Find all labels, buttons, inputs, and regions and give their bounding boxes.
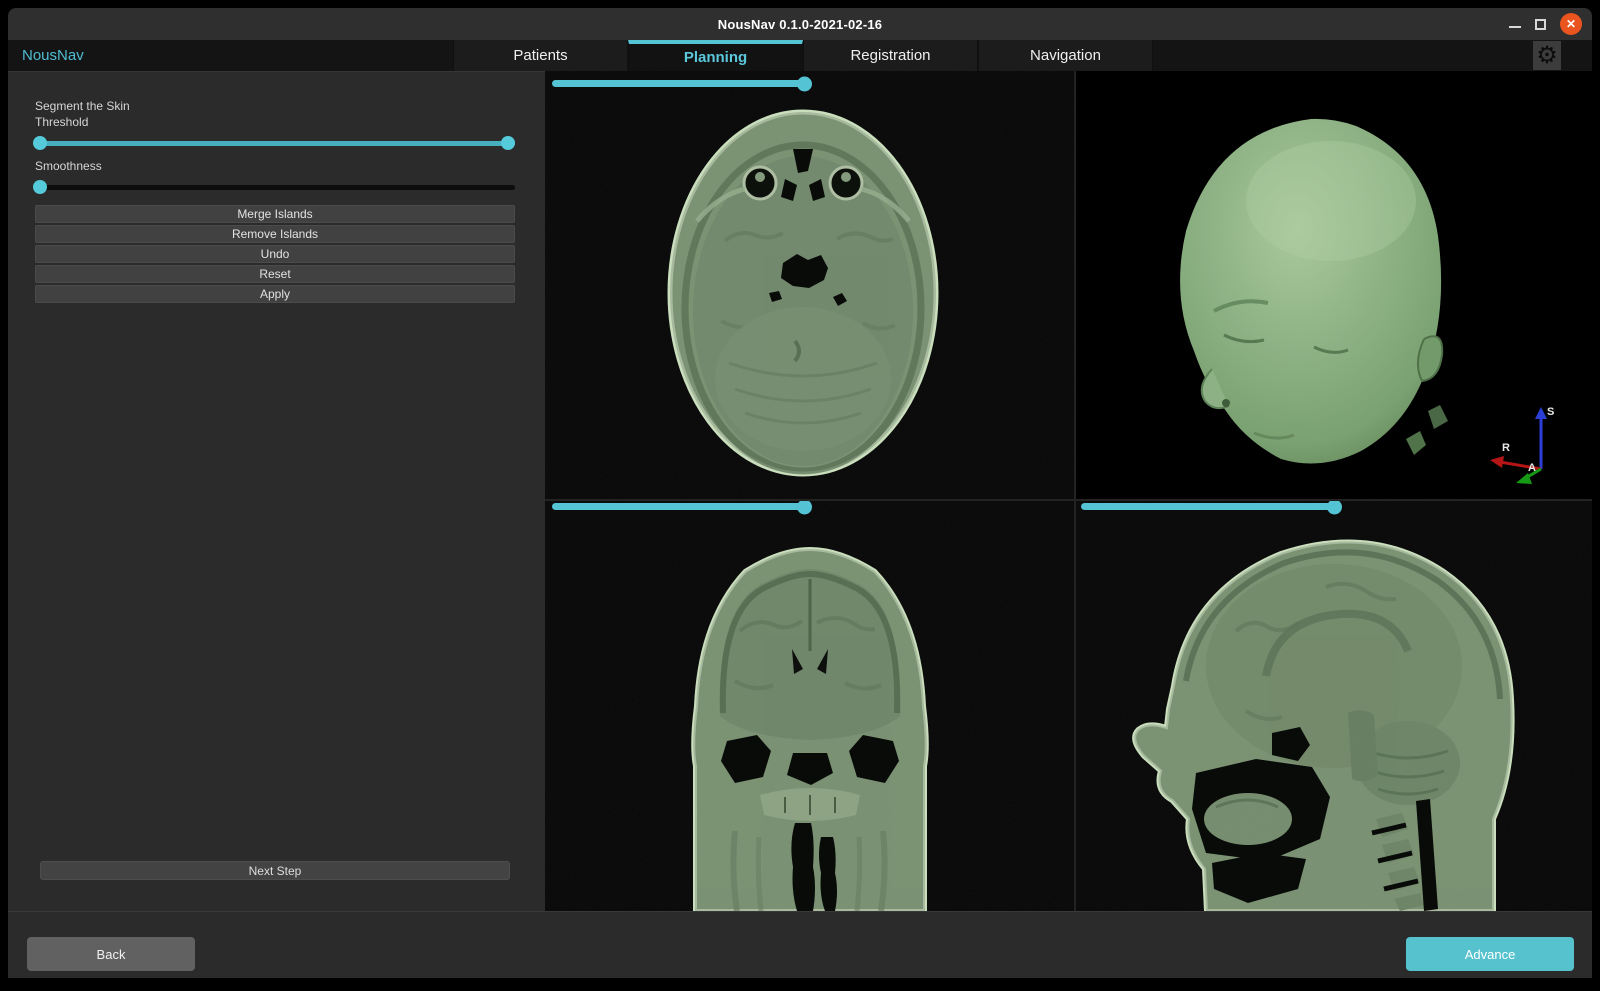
advance-button[interactable]: Advance: [1406, 937, 1574, 971]
threshold-range-slider[interactable]: [33, 136, 515, 150]
axial-slider-fill: [552, 80, 804, 87]
window-title: NousNav 0.1.0-2021-02-16: [718, 17, 883, 32]
undo-button[interactable]: Undo: [35, 245, 515, 263]
axial-slice-image: [545, 71, 1074, 499]
right-axis-label: R: [1502, 442, 1510, 454]
footer-bar: Back Advance: [8, 911, 1592, 978]
reset-button[interactable]: Reset: [35, 265, 515, 283]
anterior-axis-label: A: [1528, 462, 1536, 474]
smoothness-track: [33, 185, 515, 190]
threshold-label: Threshold: [35, 115, 88, 129]
smoothness-slider[interactable]: [33, 180, 515, 194]
tab-registration[interactable]: Registration: [803, 40, 978, 71]
titlebar[interactable]: NousNav 0.1.0-2021-02-16 ✕: [8, 8, 1592, 40]
threshold-track: [33, 141, 515, 146]
smoothness-label: Smoothness: [35, 159, 102, 173]
tab-bar: NousNav Patients Planning Registration N…: [8, 40, 1592, 71]
sagittal-viewport[interactable]: [1076, 501, 1592, 911]
back-button[interactable]: Back: [27, 937, 195, 971]
sagittal-slider-handle[interactable]: [1327, 501, 1342, 514]
merge-islands-button[interactable]: Merge Islands: [35, 205, 515, 223]
tab-planning[interactable]: Planning: [628, 40, 803, 71]
minimize-icon[interactable]: [1509, 26, 1521, 28]
apply-button[interactable]: Apply: [35, 285, 515, 303]
threshold-low-handle[interactable]: [33, 136, 47, 150]
close-icon[interactable]: ✕: [1560, 13, 1582, 35]
axial-viewport[interactable]: [545, 71, 1074, 499]
app-brand: NousNav: [22, 40, 84, 71]
slice-viewer: S R A: [545, 71, 1592, 911]
superior-axis-label: S: [1547, 406, 1554, 418]
sagittal-slice-slider[interactable]: [1081, 501, 1586, 514]
settings-button[interactable]: ⚙: [1533, 41, 1561, 70]
tab-patients[interactable]: Patients: [453, 40, 628, 71]
volume-3d-render: S R A: [1076, 71, 1592, 499]
sidebar: Segment the Skin Threshold Smoothness Me…: [8, 71, 545, 911]
coronal-viewport[interactable]: [545, 501, 1074, 911]
section-title: Segment the Skin: [35, 99, 130, 113]
app-window: NousNav 0.1.0-2021-02-16 ✕ NousNav Patie…: [0, 0, 1600, 991]
sagittal-slice-image: [1076, 501, 1592, 911]
gear-icon: ⚙: [1536, 44, 1558, 68]
smoothness-handle[interactable]: [33, 180, 47, 194]
coronal-slice-slider[interactable]: [552, 501, 1067, 514]
coronal-slider-handle[interactable]: [797, 501, 812, 514]
axial-slice-slider[interactable]: [552, 76, 1067, 91]
maximize-icon[interactable]: [1535, 19, 1546, 30]
coronal-slider-fill: [552, 503, 804, 510]
tab-navigation[interactable]: Navigation: [978, 40, 1153, 71]
volume-3d-viewport[interactable]: S R A: [1076, 71, 1592, 499]
next-step-button[interactable]: Next Step: [40, 861, 510, 880]
window-controls: ✕: [1509, 8, 1582, 40]
axial-slider-handle[interactable]: [797, 76, 812, 91]
remove-islands-button[interactable]: Remove Islands: [35, 225, 515, 243]
threshold-high-handle[interactable]: [501, 136, 515, 150]
coronal-slice-image: [545, 501, 1074, 911]
sagittal-slider-fill: [1081, 503, 1334, 510]
